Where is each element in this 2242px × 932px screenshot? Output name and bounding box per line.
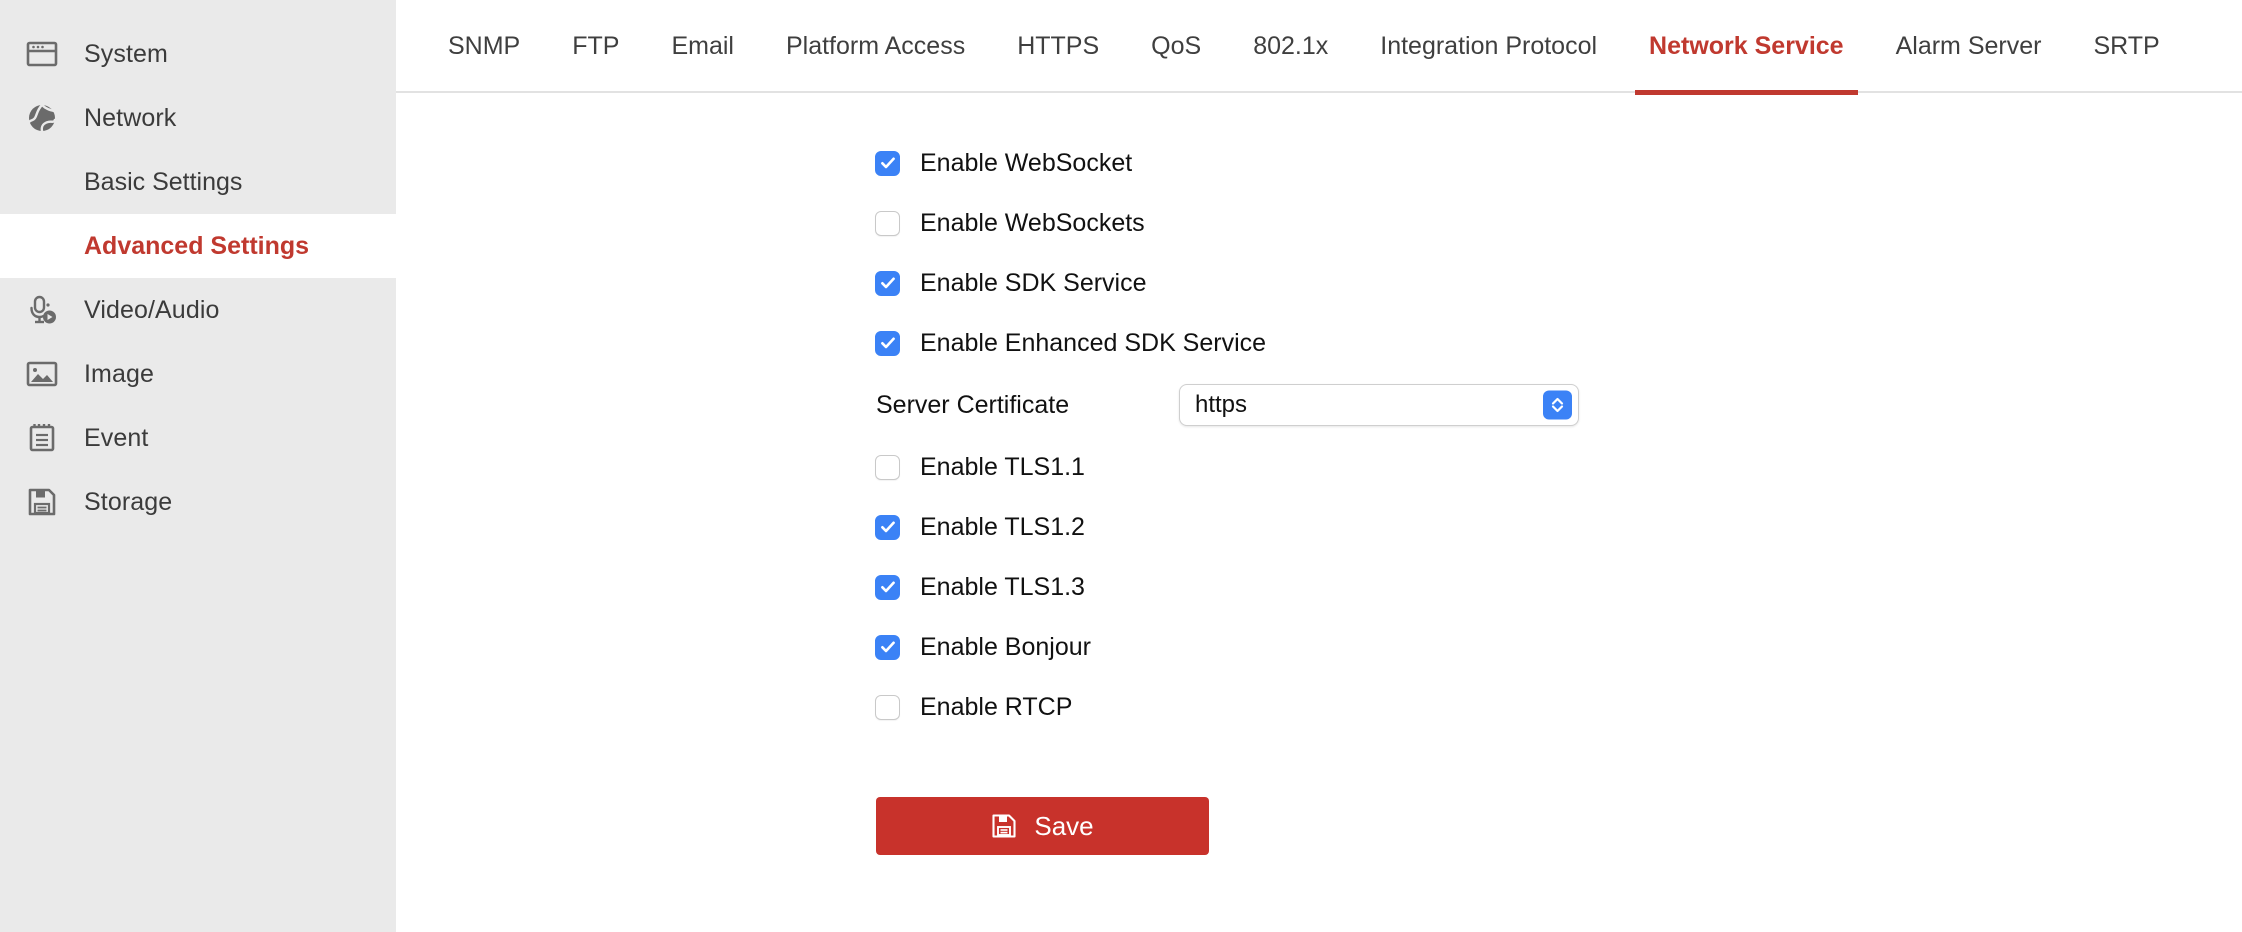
checkbox-row-enable-sdk-service: Enable SDK Service bbox=[875, 253, 2242, 313]
tab-ftp[interactable]: FTP bbox=[546, 0, 645, 93]
checkbox-row-enable-tls12: Enable TLS1.2 bbox=[875, 497, 2242, 557]
save-row: Save bbox=[876, 737, 2242, 855]
checkbox-label[interactable]: Enable TLS1.3 bbox=[920, 573, 1085, 602]
tab-label: QoS bbox=[1151, 32, 1201, 61]
checkbox-enable-enhanced-sdk-service[interactable] bbox=[875, 331, 900, 356]
microphone-play-icon bbox=[22, 290, 62, 330]
sidebar-item-label: Storage bbox=[84, 488, 172, 517]
chevron-updown-icon[interactable] bbox=[1543, 391, 1572, 420]
tab-8021x[interactable]: 802.1x bbox=[1227, 0, 1354, 93]
sidebar-item-event[interactable]: Event bbox=[0, 406, 396, 470]
sidebar-item-video-audio[interactable]: Video/Audio bbox=[0, 278, 396, 342]
sidebar-item-label: Image bbox=[84, 360, 154, 389]
network-service-form: Enable WebSocket Enable WebSockets Enabl… bbox=[396, 93, 2242, 932]
checkbox-label[interactable]: Enable Enhanced SDK Service bbox=[920, 329, 1266, 358]
checkbox-row-enable-bonjour: Enable Bonjour bbox=[875, 617, 2242, 677]
checkbox-enable-websocket[interactable] bbox=[875, 151, 900, 176]
tab-https[interactable]: HTTPS bbox=[991, 0, 1125, 93]
sidebar-subitem-advanced-settings[interactable]: Advanced Settings bbox=[0, 214, 396, 278]
sidebar-item-label: Video/Audio bbox=[84, 296, 219, 325]
checkbox-row-enable-tls11: Enable TLS1.1 bbox=[875, 437, 2242, 497]
floppy-disk-icon bbox=[991, 813, 1017, 839]
globe-icon bbox=[22, 98, 62, 138]
save-button-label: Save bbox=[1034, 811, 1093, 842]
sidebar-item-system[interactable]: System bbox=[0, 22, 396, 86]
save-button[interactable]: Save bbox=[876, 797, 1209, 855]
checkbox-enable-sdk-service[interactable] bbox=[875, 271, 900, 296]
checkbox-row-enable-websockets: Enable WebSockets bbox=[875, 193, 2242, 253]
sidebar-item-label: Event bbox=[84, 424, 148, 453]
settings-page: System Network Basic Settings Advanced S… bbox=[0, 0, 2242, 932]
tab-label: FTP bbox=[572, 32, 619, 61]
sidebar: System Network Basic Settings Advanced S… bbox=[0, 0, 396, 932]
tab-label: Alarm Server bbox=[1896, 32, 2042, 61]
tab-network-service[interactable]: Network Service bbox=[1623, 0, 1870, 93]
server-certificate-row: Server Certificate https bbox=[876, 373, 2242, 437]
tab-bar: SNMP FTP Email Platform Access HTTPS QoS… bbox=[396, 0, 2242, 93]
checkbox-enable-bonjour[interactable] bbox=[875, 635, 900, 660]
sidebar-subitem-basic-settings[interactable]: Basic Settings bbox=[0, 150, 396, 214]
checkbox-label[interactable]: Enable RTCP bbox=[920, 693, 1072, 722]
picture-icon bbox=[22, 354, 62, 394]
checkbox-row-enable-rtcp: Enable RTCP bbox=[875, 677, 2242, 737]
tab-snmp[interactable]: SNMP bbox=[422, 0, 546, 93]
server-certificate-select[interactable]: https bbox=[1179, 384, 1579, 426]
checkbox-enable-rtcp[interactable] bbox=[875, 695, 900, 720]
tab-label: SNMP bbox=[448, 32, 520, 61]
notepad-icon bbox=[22, 418, 62, 458]
checkbox-label[interactable]: Enable TLS1.2 bbox=[920, 513, 1085, 542]
tab-label: Platform Access bbox=[786, 32, 965, 61]
main-panel: SNMP FTP Email Platform Access HTTPS QoS… bbox=[396, 0, 2242, 932]
sidebar-item-network[interactable]: Network bbox=[0, 86, 396, 150]
checkbox-enable-tls12[interactable] bbox=[875, 515, 900, 540]
sidebar-subitem-label: Basic Settings bbox=[84, 168, 242, 197]
sidebar-item-label: Network bbox=[84, 104, 176, 133]
tab-label: Integration Protocol bbox=[1380, 32, 1597, 61]
window-icon bbox=[22, 34, 62, 74]
sidebar-subitem-label: Advanced Settings bbox=[84, 232, 309, 261]
floppy-disk-icon bbox=[22, 482, 62, 522]
tab-label: SRTP bbox=[2093, 32, 2159, 61]
server-certificate-label: Server Certificate bbox=[876, 391, 1179, 420]
tab-qos[interactable]: QoS bbox=[1125, 0, 1227, 93]
tab-email[interactable]: Email bbox=[645, 0, 760, 93]
tab-label: HTTPS bbox=[1017, 32, 1099, 61]
checkbox-label[interactable]: Enable Bonjour bbox=[920, 633, 1091, 662]
tab-label: Network Service bbox=[1649, 32, 1844, 61]
sidebar-item-storage[interactable]: Storage bbox=[0, 470, 396, 534]
checkbox-label[interactable]: Enable WebSocket bbox=[920, 149, 1132, 178]
tab-srtp[interactable]: SRTP bbox=[2067, 0, 2185, 93]
checkbox-row-enable-websocket: Enable WebSocket bbox=[875, 133, 2242, 193]
sidebar-item-image[interactable]: Image bbox=[0, 342, 396, 406]
checkbox-label[interactable]: Enable SDK Service bbox=[920, 269, 1147, 298]
checkbox-enable-websockets[interactable] bbox=[875, 211, 900, 236]
server-certificate-value[interactable]: https bbox=[1179, 384, 1579, 426]
tab-label: 802.1x bbox=[1253, 32, 1328, 61]
tab-alarm-server[interactable]: Alarm Server bbox=[1870, 0, 2068, 93]
checkbox-row-enable-enhanced-sdk-service: Enable Enhanced SDK Service bbox=[875, 313, 2242, 373]
tab-integration-protocol[interactable]: Integration Protocol bbox=[1354, 0, 1623, 93]
checkbox-label[interactable]: Enable TLS1.1 bbox=[920, 453, 1085, 482]
tab-label: Email bbox=[671, 32, 734, 61]
checkbox-row-enable-tls13: Enable TLS1.3 bbox=[875, 557, 2242, 617]
checkbox-enable-tls11[interactable] bbox=[875, 455, 900, 480]
checkbox-label[interactable]: Enable WebSockets bbox=[920, 209, 1145, 238]
tab-platform-access[interactable]: Platform Access bbox=[760, 0, 991, 93]
checkbox-enable-tls13[interactable] bbox=[875, 575, 900, 600]
sidebar-item-label: System bbox=[84, 40, 168, 69]
